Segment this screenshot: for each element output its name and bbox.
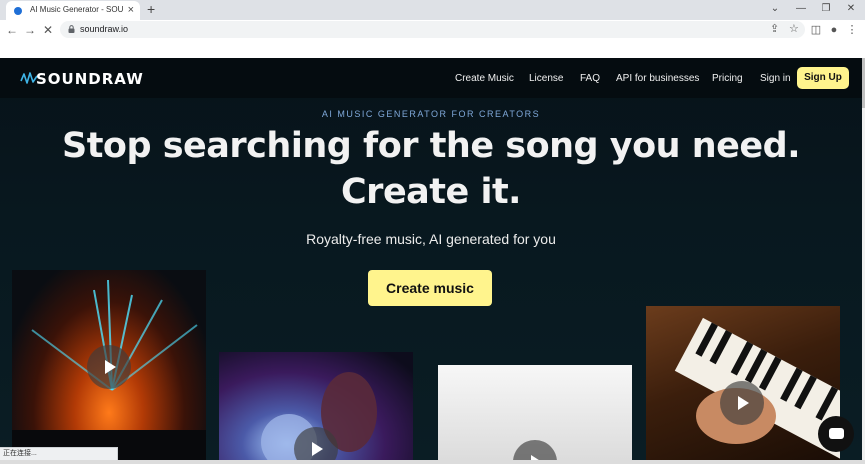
nav-api[interactable]: API for businesses xyxy=(616,73,699,84)
site-logo[interactable]: SOUNDRAW xyxy=(36,70,144,88)
hero-headline-line2: Create it. xyxy=(341,172,521,212)
new-tab-button[interactable]: + xyxy=(147,1,155,17)
hero-subheading: Royalty-free music, AI generated for you xyxy=(306,231,556,247)
favicon-icon xyxy=(14,7,22,15)
play-icon[interactable] xyxy=(720,381,764,425)
lock-icon xyxy=(68,25,75,33)
chevron-down-icon[interactable]: ⌄ xyxy=(765,2,785,16)
window-bottom-edge xyxy=(0,460,865,464)
tab-close-icon[interactable]: × xyxy=(128,3,134,17)
stop-icon[interactable]: ✕ xyxy=(40,22,56,38)
tab-title: AI Music Generator - SOUNDRAW xyxy=(30,5,124,14)
video-card-studio[interactable] xyxy=(438,365,632,460)
chat-button[interactable] xyxy=(818,416,854,452)
site-header: SOUNDRAW Create Music License FAQ API fo… xyxy=(0,58,862,98)
menu-icon[interactable]: ⋮ xyxy=(845,22,859,38)
page-top-gap xyxy=(0,40,865,58)
nav-create-music[interactable]: Create Music xyxy=(455,73,514,84)
hero-headline-line1: Stop searching for the song you need. xyxy=(61,126,801,166)
chat-icon xyxy=(829,428,844,439)
nav-sign-in[interactable]: Sign in xyxy=(760,73,791,84)
close-icon[interactable]: ✕ xyxy=(841,2,861,16)
sidebar-icon[interactable]: ◫ xyxy=(809,22,823,38)
browser-tab-bar: AI Music Generator - SOUNDRAW × + ⌄ — ❐ … xyxy=(0,0,865,20)
star-icon[interactable]: ☆ xyxy=(789,22,799,37)
play-icon[interactable] xyxy=(87,345,131,389)
nav-pricing[interactable]: Pricing xyxy=(712,73,743,84)
video-card-disco[interactable] xyxy=(219,352,413,460)
create-music-button[interactable]: Create music xyxy=(368,270,492,306)
hero-eyebrow: AI MUSIC GENERATOR FOR CREATORS xyxy=(321,109,541,119)
profile-icon[interactable]: ● xyxy=(827,22,841,38)
minimize-icon[interactable]: — xyxy=(791,2,811,16)
soundraw-page: SOUNDRAW Create Music License FAQ API fo… xyxy=(0,58,862,460)
browser-tab[interactable]: AI Music Generator - SOUNDRAW × xyxy=(6,1,140,20)
url-input[interactable]: soundraw.io ⇪ ☆ xyxy=(60,21,805,38)
play-icon[interactable] xyxy=(513,440,557,460)
back-icon[interactable]: ← xyxy=(4,22,20,38)
share-icon[interactable]: ⇪ xyxy=(770,22,779,37)
video-card-concert[interactable] xyxy=(12,270,206,460)
sign-up-button[interactable]: Sign Up xyxy=(797,67,849,89)
video-card-piano[interactable] xyxy=(646,306,840,460)
restore-icon[interactable]: ❐ xyxy=(816,2,836,16)
status-bar: 正在连接... xyxy=(0,447,118,461)
forward-icon[interactable]: → xyxy=(22,22,38,38)
url-text: soundraw.io xyxy=(80,24,129,34)
nav-faq[interactable]: FAQ xyxy=(580,73,600,84)
browser-address-bar: ← → ✕ soundraw.io ⇪ ☆ ◫ ● ⋮ xyxy=(0,20,865,40)
nav-license[interactable]: License xyxy=(529,73,563,84)
